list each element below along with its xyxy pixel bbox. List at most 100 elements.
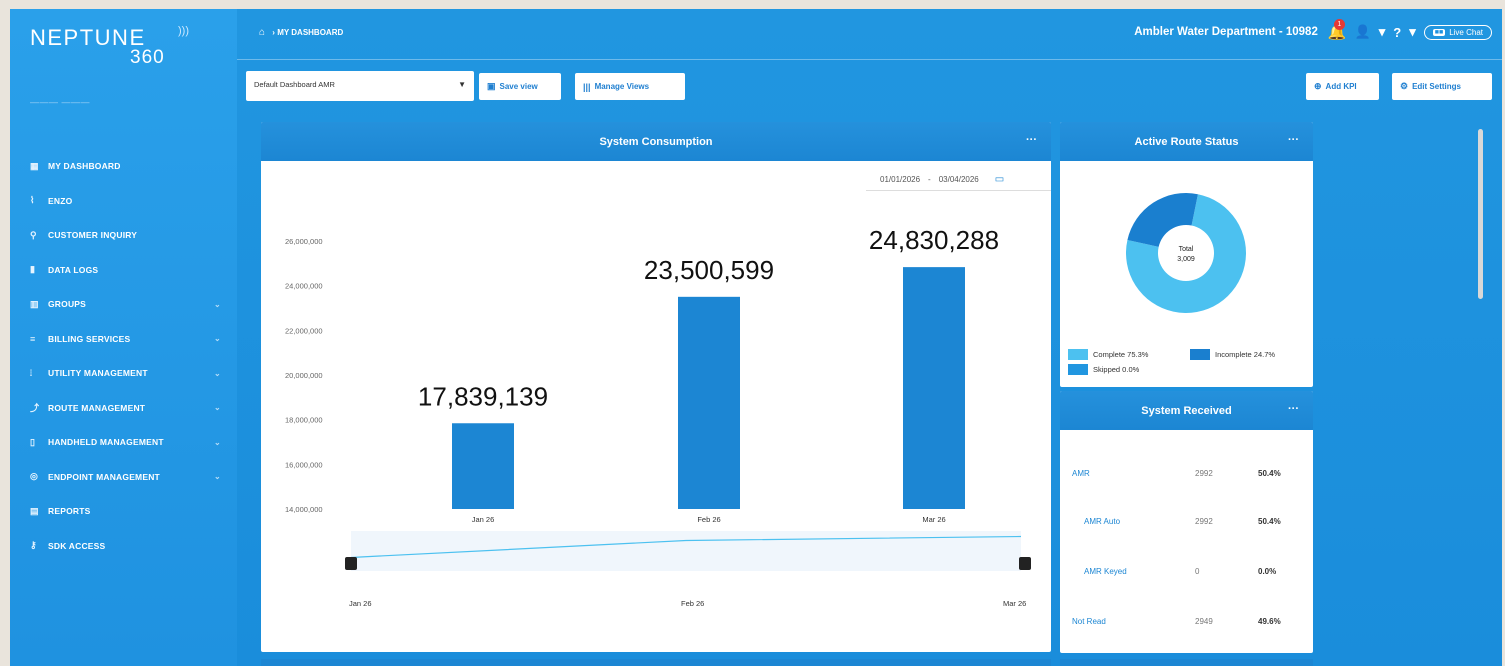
sidebar-item-label: BILLING SERVICES [48, 333, 131, 344]
received-count: 2949 [1195, 617, 1213, 626]
next-card-header [261, 659, 1051, 666]
card-title: Active Route Status [1134, 135, 1239, 148]
sidebar-item-billing-services[interactable]: ≡ BILLING SERVICES ⌄ [10, 322, 237, 357]
user-icon[interactable]: 👤 [1355, 24, 1371, 40]
active-route-status-card: Active Route Status ··· Total 3,009 Compl… [1060, 122, 1313, 387]
legend-item[interactable]: Incomplete 24.7% [1190, 349, 1275, 360]
chevron-down-icon[interactable]: ▾ [1379, 24, 1386, 40]
navigator-label: Mar 26 [1003, 599, 1026, 608]
legend-item[interactable]: Complete 75.3% [1068, 349, 1148, 360]
sdk-icon: ⚷ [30, 540, 37, 551]
logo-subtext: 360 [130, 47, 165, 68]
legend-item[interactable]: Skipped 0.0% [1068, 364, 1139, 375]
sidebar-item-label: UTILITY MANAGEMENT [48, 368, 148, 379]
received-count: 2992 [1195, 469, 1213, 478]
card-header: System Consumption ··· [261, 122, 1051, 161]
enzo-icon: ⌇ [30, 195, 35, 206]
sidebar-item-label: REPORTS [48, 506, 91, 517]
sidebar-item-handheld-management[interactable]: ▯ HANDHELD MANAGEMENT ⌄ [10, 425, 237, 460]
chevron-down-icon: ⌄ [214, 437, 221, 447]
more-options-icon[interactable]: ··· [1026, 134, 1037, 146]
chevron-down-icon: ⌄ [214, 299, 221, 309]
system-received-card: System Received ··· AMR 2992 50.4% AMR Auto… [1060, 391, 1313, 653]
sidebar-item-label: GROUPS [48, 299, 87, 310]
bar-feb-26[interactable] [678, 296, 740, 509]
card-header: System Received ··· [1060, 391, 1313, 430]
add-kpi-label: Add KPI [1325, 82, 1357, 91]
received-row: AMR 2992 50.4% [1060, 469, 1313, 489]
live-chat-button[interactable]: ■■ Live Chat [1423, 24, 1492, 40]
received-percent: 0.0% [1258, 567, 1277, 576]
bar-jan-26[interactable] [452, 423, 514, 509]
sidebar-item-enzo[interactable]: ⌇ ENZO [10, 184, 237, 219]
bar-mar-26[interactable] [903, 267, 965, 509]
handheld-icon: ▯ [30, 436, 36, 447]
sidebar-item-groups[interactable]: ▥ GROUPS ⌄ [10, 287, 237, 322]
page-scrollbar[interactable] [1478, 129, 1483, 299]
x-tick-label: Mar 26 [922, 515, 945, 524]
sidebar-nav: ▦ MY DASHBOARD ⌇ ENZO ⚲ CUSTOMER INQUIRY ▮ DATA… [10, 149, 237, 563]
y-tick-label: 14,000,000 [285, 505, 323, 514]
sidebar-item-route-management[interactable]: ⤴ ROUTE MANAGEMENT ⌄ [10, 391, 237, 426]
sidebar-item-label: HANDHELD MANAGEMENT [48, 437, 164, 448]
y-tick-label: 18,000,000 [285, 416, 323, 425]
sidebar-item-endpoint-management[interactable]: ◎ ENDPOINT MANAGEMENT ⌄ [10, 460, 237, 495]
sidebar-item-label: DATA LOGS [48, 264, 99, 275]
neptune-logo[interactable]: NEPTUNE 360 ))) [30, 25, 220, 77]
sidebar-item-reports[interactable]: ▤ REPORTS [10, 494, 237, 529]
x-tick-label: Jan 26 [472, 515, 495, 524]
sidebar-item-utility-management[interactable]: ⦙ UTILITY MANAGEMENT ⌄ [10, 356, 237, 391]
x-tick-label: Feb 26 [697, 515, 720, 524]
system-consumption-card: System Consumption ··· 01/01/2026 - 03/0… [261, 122, 1051, 652]
received-count: 0 [1195, 567, 1200, 576]
utility-icon: ⦙ [30, 367, 33, 378]
navigator-label: Feb 26 [681, 599, 704, 608]
breadcrumb-separator: › [272, 28, 275, 37]
received-link[interactable]: Not Read [1072, 617, 1106, 626]
help-icon[interactable]: ? [1393, 25, 1401, 40]
edit-settings-button[interactable]: ⚙ Edit Settings [1392, 73, 1492, 100]
legend-swatch [1190, 349, 1210, 360]
header-divider [237, 59, 1502, 60]
header-actions: Ambler Water Department - 10982 🔔 1 👤 ▾ ?… [1134, 19, 1492, 41]
route-icon: ⤴ [30, 403, 40, 414]
legend-swatch [1068, 349, 1088, 360]
donut-slice-incomplete[interactable] [1127, 193, 1198, 247]
breadcrumb-current[interactable]: MY DASHBOARD [277, 28, 343, 37]
navigator-handle-left[interactable] [345, 557, 357, 570]
sidebar-item-my-dashboard[interactable]: ▦ MY DASHBOARD [10, 149, 237, 184]
dashboard-icon: ▦ [30, 160, 39, 171]
department-name[interactable]: Ambler Water Department - 10982 [1134, 26, 1318, 38]
navigator-handle-right[interactable] [1019, 557, 1031, 570]
save-view-button[interactable]: ▣ Save view [479, 73, 561, 100]
edit-settings-label: Edit Settings [1412, 82, 1461, 91]
signal-icon: ))) [178, 25, 189, 37]
sidebar-item-customer-inquiry[interactable]: ⚲ CUSTOMER INQUIRY [10, 218, 237, 253]
save-view-label: Save view [499, 82, 538, 91]
sidebar-item-data-logs[interactable]: ▮ DATA LOGS [10, 253, 237, 288]
received-link[interactable]: AMR [1072, 469, 1090, 478]
received-link[interactable]: AMR Auto [1084, 517, 1120, 526]
breadcrumb: ⌂ › MY DASHBOARD [259, 27, 343, 38]
sidebar-item-sdk-access[interactable]: ⚷ SDK ACCESS [10, 529, 237, 564]
sidebar-item-label: ROUTE MANAGEMENT [48, 402, 146, 413]
card-title: System Consumption [599, 135, 713, 148]
manage-views-button[interactable]: ||| Manage Views [575, 73, 685, 100]
bar-data-label: 24,830,288 [869, 225, 999, 255]
home-icon[interactable]: ⌂ [259, 27, 265, 38]
sidebar-item-label: MY DASHBOARD [48, 161, 121, 172]
chevron-down-icon[interactable]: ▾ [1409, 24, 1416, 40]
y-tick-label: 22,000,000 [285, 326, 323, 335]
more-options-icon[interactable]: ··· [1288, 134, 1299, 146]
card-header: Active Route Status ··· [1060, 122, 1313, 161]
next-card-header [1060, 659, 1313, 666]
add-kpi-button[interactable]: ⊕ Add KPI [1306, 73, 1379, 100]
route-status-donut: Total 3,009 [1126, 193, 1246, 313]
more-options-icon[interactable]: ··· [1288, 403, 1299, 415]
received-link[interactable]: AMR Keyed [1084, 567, 1127, 576]
received-percent: 50.4% [1258, 517, 1281, 526]
received-row: Not Read 2949 49.6% [1060, 617, 1313, 637]
chevron-down-icon: ⌄ [214, 472, 221, 482]
dashboard-view-select[interactable]: Default Dashboard AMR ▼ [246, 71, 474, 101]
notifications-bell-icon[interactable]: 🔔 1 [1328, 19, 1347, 41]
